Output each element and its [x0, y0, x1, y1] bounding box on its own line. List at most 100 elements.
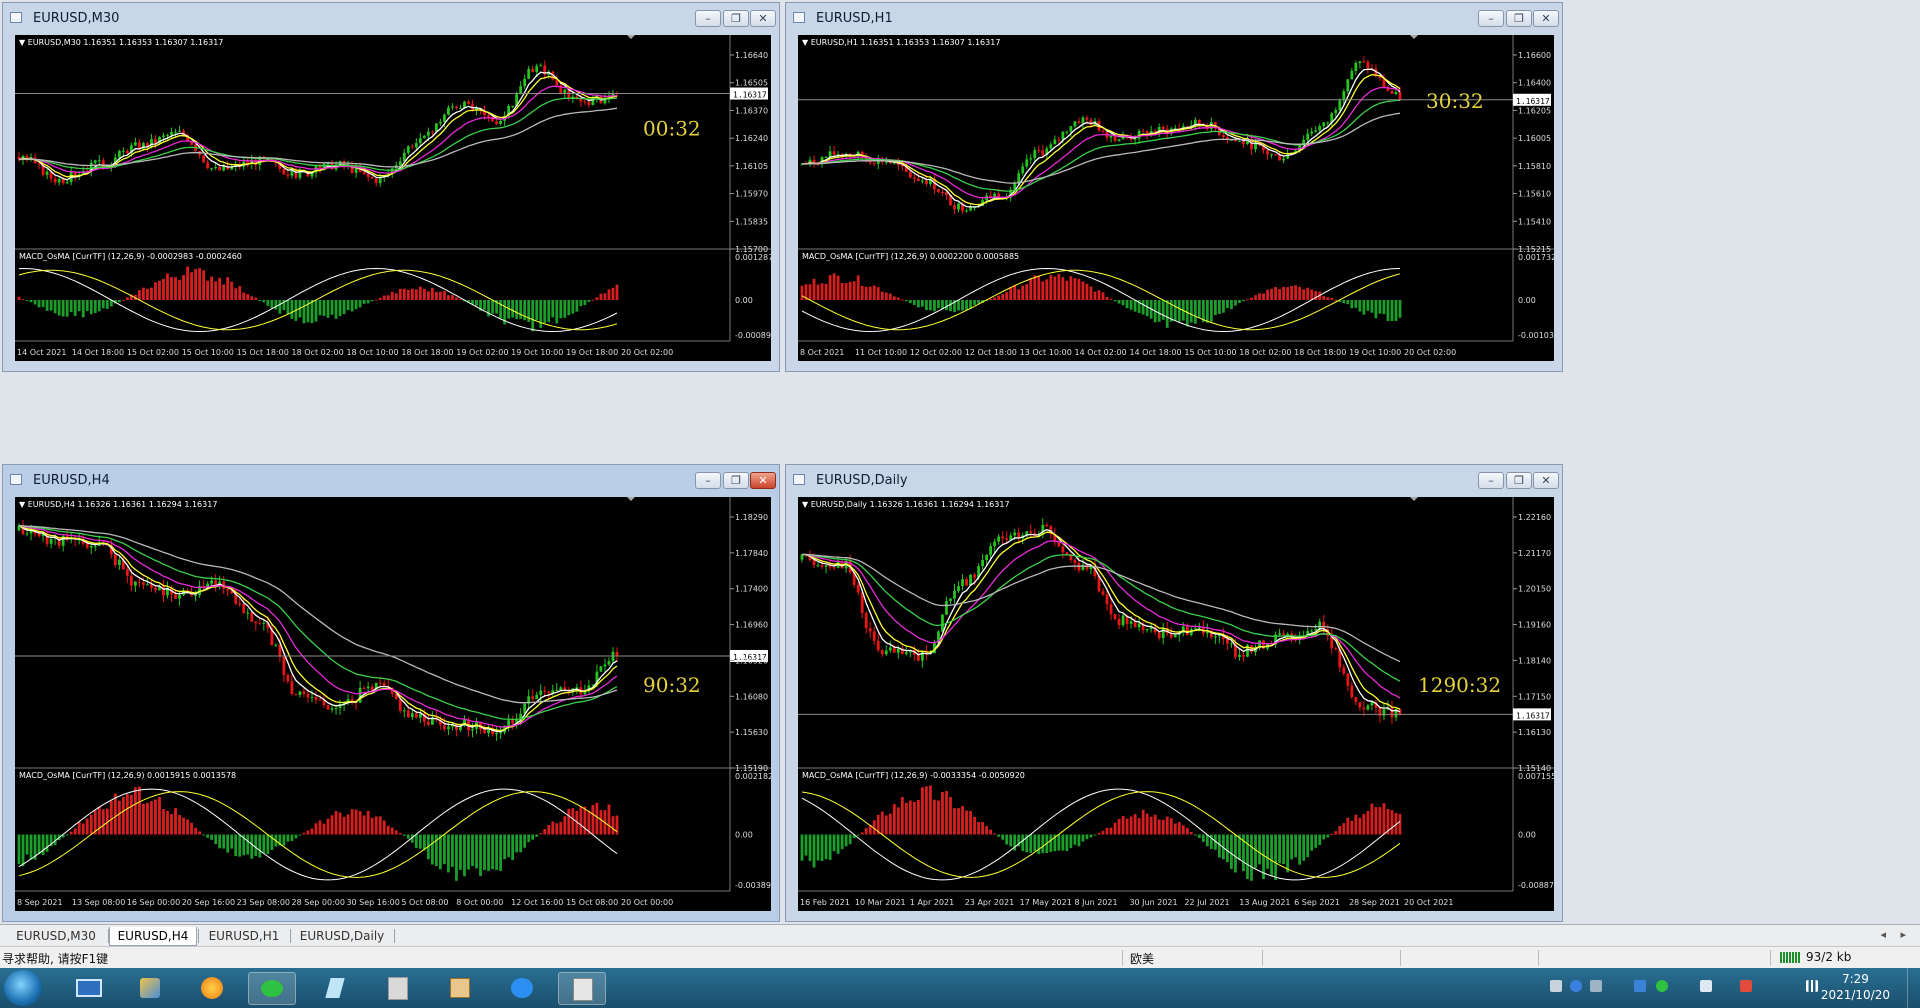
- candle: [302, 691, 306, 694]
- macd-histogram-bar: [170, 277, 173, 300]
- candle: [242, 603, 246, 613]
- clock-date: 2021/10/20: [1820, 988, 1890, 1002]
- macd-histogram-bar: [1262, 293, 1265, 300]
- close-button[interactable]: ✕: [750, 472, 776, 489]
- network-tray-icon[interactable]: [1700, 980, 1712, 992]
- keyboard-tray-icon[interactable]: [1550, 980, 1562, 992]
- terminal-icon[interactable]: [374, 972, 422, 1005]
- minimize-button[interactable]: –: [1478, 472, 1504, 489]
- price-chart-area[interactable]: 1.16317 1.22160 1.21170 1.20150 1.19160 1.181…: [798, 497, 1554, 911]
- restore-button[interactable]: ❐: [1506, 10, 1532, 27]
- macd-histogram-bar: [438, 291, 442, 300]
- tab-scroll-left-icon[interactable]: ◂: [1880, 928, 1886, 941]
- restore-button[interactable]: ❐: [723, 10, 749, 27]
- macd-histogram-bar: [178, 814, 181, 835]
- close-button[interactable]: ✕: [750, 10, 776, 27]
- macd-histogram-bar: [1073, 834, 1077, 845]
- window-titlebar[interactable]: EURUSD,M30 – ❐ ✕: [3, 3, 779, 33]
- candle: [362, 687, 366, 689]
- macd-histogram-bar: [322, 300, 326, 316]
- candle: [326, 705, 330, 710]
- candle: [378, 682, 382, 684]
- tab-eurusd-daily[interactable]: EURUSD,Daily: [292, 927, 392, 946]
- candle: [583, 101, 587, 103]
- macd-histogram-bar: [234, 288, 238, 300]
- tab-eurusd-h1[interactable]: EURUSD,H1: [200, 927, 288, 946]
- price-chart-area[interactable]: 1.16317 1.18290 1.17840 1.17400 1.16960 1.165…: [15, 497, 771, 911]
- macd-histogram-bar: [1358, 817, 1362, 835]
- chart-window-daily[interactable]: EURUSD,Daily – ❐ ✕ 1.16317 1.22160 1.21170…: [785, 464, 1563, 922]
- chart-window-h1[interactable]: EURUSD,H1 – ❐ ✕ 1.16317 1.16600 1.16400 1.1…: [785, 2, 1563, 372]
- candle: [1045, 524, 1049, 527]
- candle: [1338, 100, 1342, 110]
- candle: [816, 565, 820, 567]
- ma-gray-line: [802, 112, 1401, 184]
- macd-histogram-bar: [491, 300, 494, 314]
- close-button[interactable]: ✕: [1533, 472, 1559, 489]
- status-profile: 欧美: [1130, 952, 1155, 966]
- macd-histogram-bar: [1057, 273, 1061, 300]
- volume-tray-icon[interactable]: [1740, 980, 1752, 992]
- chart-window-h4[interactable]: EURUSD,H4 – ❐ ✕ 1.16317 1.18290 1.17840 1.1…: [2, 464, 780, 922]
- chat-app-icon[interactable]: [498, 972, 546, 1005]
- signal-tray-icon[interactable]: [1806, 980, 1818, 992]
- candle: [29, 531, 33, 534]
- macd-histogram-bar: [1133, 814, 1137, 835]
- macd-histogram-bar: [206, 834, 210, 838]
- wechat-icon[interactable]: [248, 972, 296, 1005]
- restore-button[interactable]: ❐: [723, 472, 749, 489]
- notepad-icon[interactable]: [312, 972, 360, 1005]
- macd-histogram-bar: [1374, 807, 1378, 835]
- minimize-button[interactable]: –: [695, 472, 721, 489]
- time-tick-label: 18 Oct 02:00: [1239, 348, 1291, 357]
- chart-window-m30[interactable]: EURUSD,M30 – ❐ ✕ 1.16317 1.16640 1.16505 1.…: [2, 2, 780, 372]
- minimize-button[interactable]: –: [695, 10, 721, 27]
- macd-histogram-bar: [1250, 834, 1253, 881]
- macd-histogram-bar: [1165, 300, 1169, 328]
- candle: [406, 146, 410, 153]
- minimize-button[interactable]: –: [1478, 10, 1504, 27]
- settings-tray-icon[interactable]: [1590, 980, 1602, 992]
- price-tick-label: 1.22160: [1518, 513, 1551, 522]
- macd-histogram-bar: [73, 300, 77, 316]
- show-desktop-button[interactable]: [1907, 968, 1920, 1008]
- price-chart-area[interactable]: 1.16317 1.16640 1.16505 1.16370 1.16240 1.161…: [15, 35, 771, 361]
- window-titlebar[interactable]: EURUSD,H4 – ❐ ✕: [3, 465, 779, 495]
- shield-tray-icon[interactable]: [1634, 980, 1646, 992]
- macd-histogram-bar: [929, 785, 932, 835]
- candle: [483, 729, 486, 734]
- candle: [37, 533, 41, 537]
- close-button[interactable]: ✕: [1533, 10, 1559, 27]
- macd-histogram-bar: [961, 300, 964, 311]
- macd-histogram-bar: [957, 300, 960, 311]
- tab-scroll-right-icon[interactable]: ▸: [1900, 928, 1906, 941]
- taskbar-clock[interactable]: 7:29 2021/10/20: [1821, 971, 1890, 1003]
- desktop-icon[interactable]: [64, 972, 112, 1005]
- browser-icon[interactable]: [188, 972, 236, 1005]
- price-chart-area[interactable]: 1.16317 1.16600 1.16400 1.16205 1.16005 1.158…: [798, 35, 1554, 361]
- chat-tray-icon[interactable]: [1656, 980, 1668, 992]
- macd-histogram-bar: [949, 797, 952, 835]
- candle: [832, 151, 836, 155]
- help-tray-icon[interactable]: [1570, 980, 1582, 992]
- macd-histogram-bar: [499, 300, 503, 319]
- tab-eurusd-h4[interactable]: EURUSD,H4: [109, 927, 197, 946]
- chart-app-icon[interactable]: [436, 972, 484, 1005]
- control-panel-icon[interactable]: [126, 972, 174, 1005]
- macd-histogram-bar: [1294, 834, 1298, 858]
- candle: [1346, 673, 1350, 686]
- macd-histogram-bar: [1113, 822, 1117, 835]
- candle: [1358, 702, 1362, 708]
- mt4-icon[interactable]: [558, 972, 606, 1005]
- window-titlebar[interactable]: EURUSD,H1 – ❐ ✕: [786, 3, 1562, 33]
- start-orb-icon[interactable]: [4, 970, 42, 1006]
- candle: [451, 106, 454, 108]
- tab-eurusd-m30[interactable]: EURUSD,M30: [6, 927, 106, 946]
- window-titlebar[interactable]: EURUSD,Daily – ❐ ✕: [786, 465, 1562, 495]
- candle: [290, 681, 294, 694]
- macd-histogram-bar: [226, 277, 230, 300]
- restore-button[interactable]: ❐: [1506, 472, 1532, 489]
- macd-histogram-bar: [109, 800, 113, 835]
- macd-histogram-bar: [840, 283, 844, 300]
- macd-histogram-bar: [1217, 834, 1221, 858]
